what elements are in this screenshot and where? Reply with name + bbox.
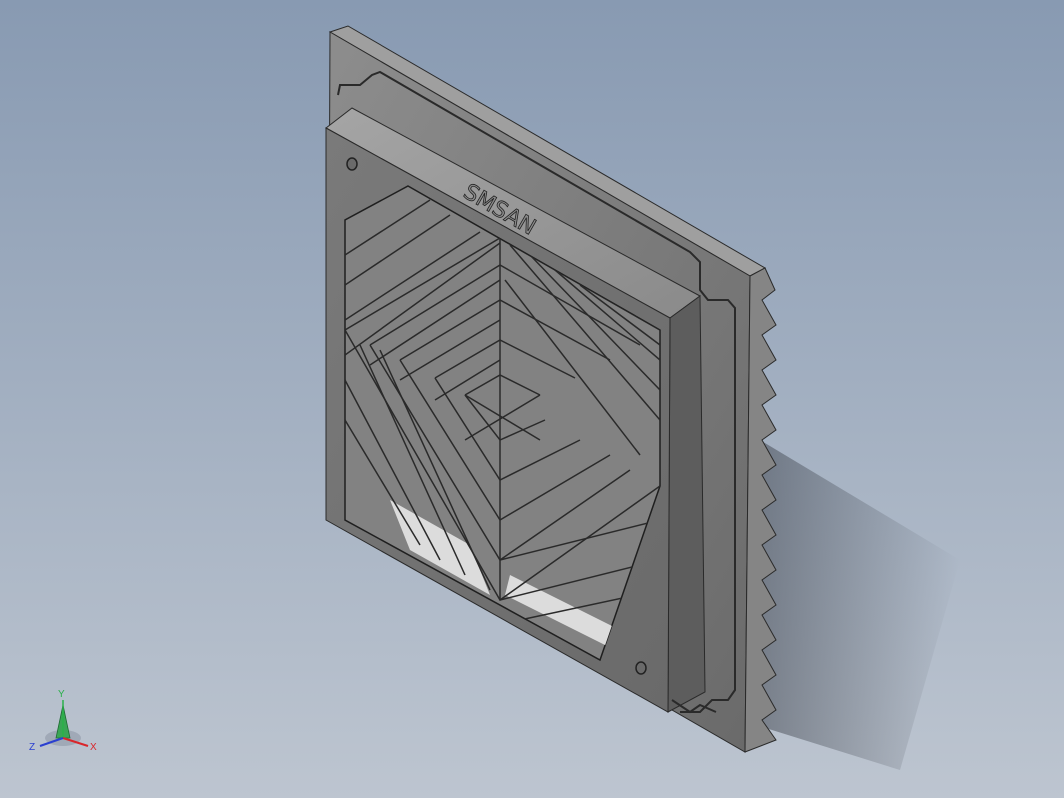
model-canvas[interactable]: SMSAN Y X Z [0,0,1064,798]
mount-hole-top-left [346,157,358,171]
cad-viewport[interactable]: SMSAN Y X Z [0,0,1064,798]
mount-hole-bottom-right [635,661,647,675]
frame-right-side [667,295,706,713]
triad-y-label: Y [58,689,65,700]
triad-x-label: X [90,742,97,753]
triad-z-label: Z [29,742,35,753]
